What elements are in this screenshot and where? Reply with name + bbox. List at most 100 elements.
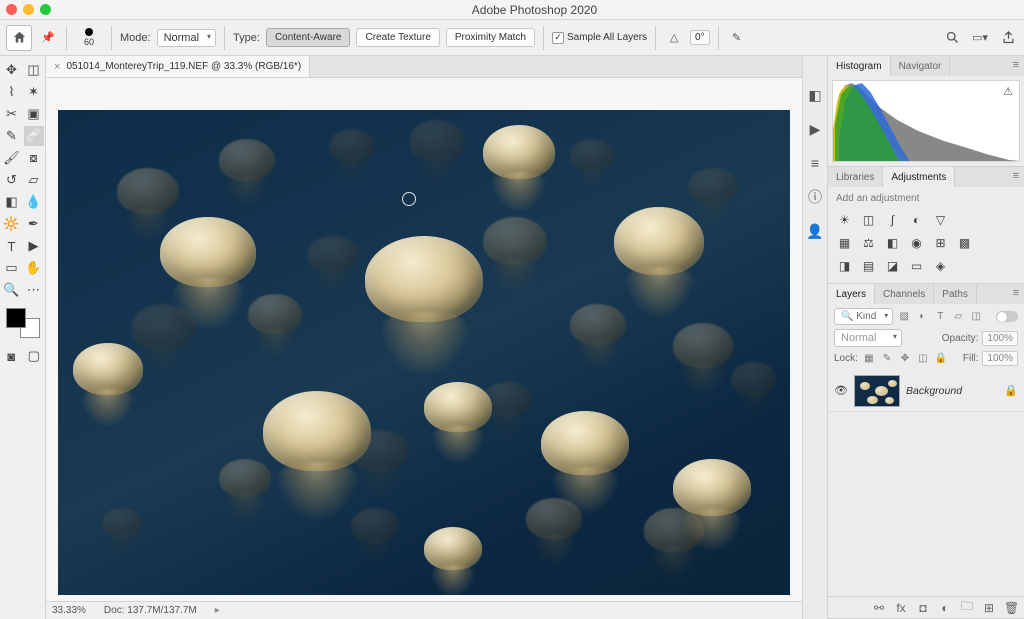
move-tool[interactable]: ✥ — [2, 60, 22, 80]
bw-icon[interactable]: ◧ — [884, 234, 901, 251]
lock-artboard-icon[interactable]: ◫ — [916, 352, 930, 366]
filter-shape-icon[interactable]: ▱ — [951, 310, 965, 324]
vibrance-icon[interactable]: ▽ — [932, 211, 949, 228]
delete-layer-icon[interactable]: 🗑 — [1004, 601, 1018, 615]
blend-mode-dropdown[interactable]: Normal — [157, 29, 216, 47]
shape-tool[interactable]: ▭ — [2, 258, 22, 278]
path-select-tool[interactable]: ▶ — [24, 236, 44, 256]
angle-field[interactable]: 0° — [690, 30, 710, 45]
layer-visibility-icon[interactable]: 👁 — [834, 384, 848, 397]
healing-brush-tool[interactable]: 🩹 — [24, 126, 44, 146]
create-texture-button[interactable]: Create Texture — [356, 28, 439, 47]
lock-transparent-icon[interactable]: ▦ — [862, 352, 876, 366]
eraser-tool[interactable]: ▱ — [24, 170, 44, 190]
new-layer-icon[interactable]: ⊞ — [982, 601, 996, 615]
quick-mask-icon[interactable]: ◙ — [2, 346, 21, 366]
color-swatches[interactable] — [6, 308, 40, 338]
search-icon[interactable] — [942, 28, 962, 48]
zoom-level[interactable]: 33.33% — [52, 605, 86, 616]
link-layers-icon[interactable]: ⚯ — [872, 601, 886, 615]
brush-preset-picker[interactable]: 60 — [75, 28, 103, 47]
sample-all-layers-checkbox[interactable]: ✓ Sample All Layers — [552, 32, 647, 44]
foreground-color-swatch[interactable] — [6, 308, 26, 328]
doc-size-info[interactable]: Doc: 137.7M/137.7M — [104, 605, 197, 616]
color-balance-icon[interactable]: ⚖ — [860, 234, 877, 251]
color-lookup-icon[interactable]: ▩ — [956, 234, 973, 251]
brightness-contrast-icon[interactable]: ☀ — [836, 211, 853, 228]
hand-tool[interactable]: ✋ — [24, 258, 44, 278]
home-button[interactable] — [6, 25, 32, 51]
fill-field[interactable]: 100% — [982, 351, 1018, 366]
filter-pixel-icon[interactable]: ▧ — [897, 310, 911, 324]
blur-tool[interactable]: 💧 — [24, 192, 44, 212]
close-window-button[interactable] — [6, 4, 17, 15]
blend-mode-dropdown[interactable]: Normal — [834, 329, 902, 347]
quick-select-tool[interactable]: ✶ — [24, 82, 44, 102]
gradient-map-icon[interactable]: ▭ — [908, 257, 925, 274]
share-icon[interactable] — [998, 28, 1018, 48]
status-disclosure-icon[interactable]: ▸ — [215, 605, 220, 616]
dodge-tool[interactable]: 🔆 — [2, 214, 22, 234]
minimize-window-button[interactable] — [23, 4, 34, 15]
layer-lock-icon[interactable]: 🔒 — [1004, 384, 1018, 397]
character-panel-icon[interactable]: 👤 — [806, 222, 824, 240]
hue-sat-icon[interactable]: ▦ — [836, 234, 853, 251]
filter-adjust-icon[interactable]: ◐ — [915, 310, 929, 324]
document-tab[interactable]: × 051014_MontereyTrip_119.NEF @ 33.3% (R… — [46, 56, 310, 77]
opacity-field[interactable]: 100% — [982, 331, 1018, 346]
workspace-switcher-icon[interactable]: ▭▾ — [970, 28, 990, 48]
tab-channels[interactable]: Channels — [875, 284, 934, 304]
screen-mode-icon[interactable]: ▢ — [25, 346, 44, 366]
edit-toolbar[interactable]: ⋯ — [24, 280, 44, 300]
adjustments-panel-menu-icon[interactable]: ≡ — [1008, 167, 1024, 187]
layers-panel-menu-icon[interactable]: ≡ — [1008, 284, 1024, 304]
lasso-tool[interactable]: ⌇ — [2, 82, 22, 102]
layer-mask-icon[interactable]: ◘ — [916, 601, 930, 615]
lock-position-icon[interactable]: ✥ — [898, 352, 912, 366]
filter-smart-icon[interactable]: ◫ — [969, 310, 983, 324]
gradient-tool[interactable]: ◧ — [2, 192, 22, 212]
posterize-icon[interactable]: ▤ — [860, 257, 877, 274]
zoom-tool[interactable]: 🔍 — [2, 280, 22, 300]
proximity-match-button[interactable]: Proximity Match — [446, 28, 535, 47]
layer-filter-toggle[interactable] — [996, 311, 1018, 322]
pen-tool[interactable]: ✒ — [24, 214, 44, 234]
tab-paths[interactable]: Paths — [934, 284, 977, 304]
crop-tool[interactable]: ✂ — [2, 104, 22, 124]
color-panel-icon[interactable]: ◧ — [806, 86, 824, 104]
maximize-window-button[interactable] — [40, 4, 51, 15]
pressure-size-icon[interactable]: ✎ — [727, 28, 747, 48]
histogram-warning-icon[interactable]: ⚠ — [1003, 85, 1013, 98]
layer-row[interactable]: 👁 Background 🔒 — [828, 370, 1024, 412]
selective-color-icon[interactable]: ◈ — [932, 257, 949, 274]
layer-style-icon[interactable]: fx — [894, 601, 908, 615]
frame-tool[interactable]: ▣ — [24, 104, 44, 124]
threshold-icon[interactable]: ◪ — [884, 257, 901, 274]
marquee-tool[interactable]: ◫ — [24, 60, 44, 80]
invert-icon[interactable]: ◨ — [836, 257, 853, 274]
pin-icon[interactable]: 📌 — [38, 28, 58, 48]
lock-image-icon[interactable]: ✎ — [880, 352, 894, 366]
filter-type-icon[interactable]: T — [933, 310, 947, 324]
clone-stamp-tool[interactable]: ⧇ — [24, 148, 44, 168]
lock-all-icon[interactable]: 🔒 — [934, 352, 948, 366]
histogram-panel-menu-icon[interactable]: ≡ — [1008, 56, 1024, 76]
channel-mixer-icon[interactable]: ⊞ — [932, 234, 949, 251]
close-tab-icon[interactable]: × — [54, 61, 60, 73]
brush-tool[interactable]: 🖌 — [2, 148, 22, 168]
tab-layers[interactable]: Layers — [828, 284, 875, 304]
canvas[interactable] — [58, 110, 790, 595]
layer-thumbnail[interactable] — [854, 375, 900, 407]
tab-histogram[interactable]: Histogram — [828, 56, 891, 76]
exposure-icon[interactable]: ◐ — [908, 211, 925, 228]
actions-panel-icon[interactable]: ▶ — [806, 120, 824, 138]
properties-panel-icon[interactable]: ≡ — [806, 154, 824, 172]
type-tool[interactable]: T — [2, 236, 22, 256]
layer-filter-kind-dropdown[interactable]: 🔍 Kind — [834, 308, 893, 325]
adjustment-layer-icon[interactable]: ◐ — [938, 601, 952, 615]
content-aware-button[interactable]: Content-Aware — [266, 28, 351, 47]
history-brush-tool[interactable]: ↺ — [2, 170, 22, 190]
eyedropper-tool[interactable]: ✎ — [2, 126, 22, 146]
photo-filter-icon[interactable]: ◉ — [908, 234, 925, 251]
canvas-viewport[interactable] — [46, 78, 802, 601]
